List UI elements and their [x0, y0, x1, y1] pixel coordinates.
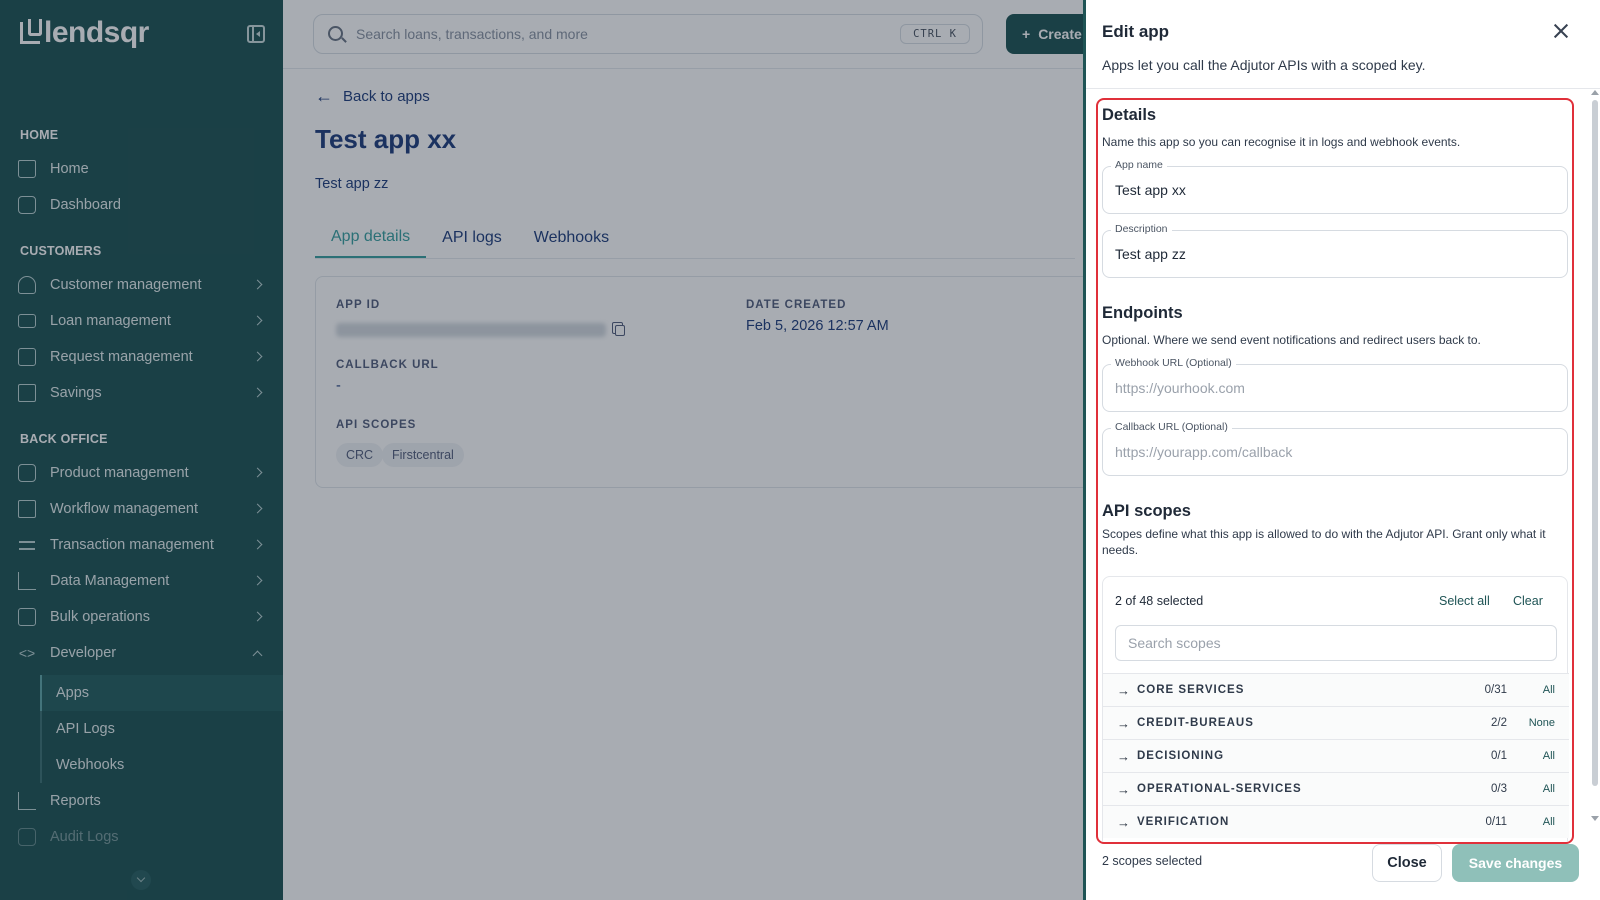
scope-group-toggle[interactable]: All: [1543, 783, 1555, 795]
scope-search-input[interactable]: Search scopes: [1115, 625, 1557, 661]
callback-url-field[interactable]: Callback URL (Optional) https://yourapp.…: [1102, 421, 1568, 476]
arrow-right-icon: →: [1117, 716, 1130, 731]
arrow-right-icon: →: [1117, 815, 1130, 830]
scope-group-count: 0/11: [1485, 816, 1507, 828]
api-scopes-section-description: Scopes define what this app is allowed t…: [1102, 527, 1546, 557]
scope-group-name: OPERATIONAL-SERVICES: [1137, 783, 1302, 795]
webhook-url-label: Webhook URL (Optional): [1111, 357, 1236, 369]
scope-group-name: DECISIONING: [1137, 750, 1225, 762]
drawer-subtitle: Apps let you call the Adjutor APIs with …: [1102, 57, 1426, 73]
details-section-title: Details: [1102, 106, 1157, 124]
scope-selected-count: 2 of 48 selected: [1115, 594, 1204, 608]
scope-group-count: 0/31: [1484, 684, 1507, 696]
webhook-url-field[interactable]: Webhook URL (Optional) https://yourhook.…: [1102, 357, 1568, 412]
endpoints-section-description: Optional. Where we send event notificati…: [1102, 333, 1481, 347]
scope-group-name: CREDIT-BUREAUS: [1137, 717, 1254, 729]
scope-group-name: CORE SERVICES: [1137, 684, 1245, 696]
scope-group-name: VERIFICATION: [1137, 816, 1230, 828]
app-name-label: App name: [1111, 159, 1167, 171]
clear-button[interactable]: Clear: [1513, 594, 1543, 608]
scope-group-row[interactable]: → DECISIONING 0/1 All: [1103, 739, 1569, 772]
scope-group-row[interactable]: → VERIFICATION 0/11 All: [1103, 805, 1569, 838]
webhook-url-placeholder: https://yourhook.com: [1115, 380, 1245, 396]
scope-group-count: 0/3: [1491, 783, 1507, 795]
arrow-right-icon: →: [1117, 749, 1130, 764]
details-section-description: Name this app so you can recognise it in…: [1102, 135, 1461, 149]
scope-group-toggle[interactable]: All: [1543, 750, 1555, 762]
select-all-button[interactable]: Select all: [1439, 594, 1490, 608]
save-changes-button[interactable]: Save changes: [1452, 844, 1579, 882]
arrow-right-icon: →: [1117, 683, 1130, 698]
callback-url-placeholder: https://yourapp.com/callback: [1115, 444, 1293, 460]
scope-group-count: 2/2: [1491, 717, 1507, 729]
scope-group-row[interactable]: → CORE SERVICES 0/31 All: [1103, 673, 1569, 706]
api-scopes-section-title: API scopes: [1102, 502, 1191, 520]
arrow-right-icon: →: [1117, 782, 1130, 797]
scope-group-row[interactable]: → OPERATIONAL-SERVICES 0/3 All: [1103, 772, 1569, 805]
scroll-down-arrow-icon[interactable]: [1591, 816, 1599, 821]
footer-selected-count: 2 scopes selected: [1102, 854, 1203, 868]
app-name-field[interactable]: App name Test app xx: [1102, 159, 1568, 214]
callback-url-field-label: Callback URL (Optional): [1111, 421, 1232, 433]
description-field[interactable]: Description Test app zz: [1102, 223, 1568, 278]
description-value: Test app zz: [1115, 246, 1186, 262]
scope-group-toggle[interactable]: All: [1543, 684, 1555, 696]
drawer-title: Edit app: [1102, 22, 1170, 41]
description-label: Description: [1111, 223, 1172, 235]
drawer-scrollbar[interactable]: [1592, 100, 1598, 786]
drawer-form: Details Name this app so you can recogni…: [1096, 98, 1574, 844]
close-icon[interactable]: [1552, 22, 1570, 40]
scope-group-toggle[interactable]: None: [1529, 717, 1555, 729]
scope-picker: 2 of 48 selected Select all Clear Search…: [1102, 576, 1569, 842]
scope-group-count: 0/1: [1491, 750, 1507, 762]
app-name-value: Test app xx: [1115, 182, 1186, 198]
endpoints-section-title: Endpoints: [1102, 304, 1183, 322]
edit-app-drawer: Edit app Apps let you call the Adjutor A…: [1086, 0, 1600, 900]
scroll-up-arrow-icon[interactable]: [1591, 90, 1599, 95]
scope-group-row[interactable]: → CREDIT-BUREAUS 2/2 None: [1103, 706, 1569, 739]
close-button[interactable]: Close: [1372, 844, 1442, 882]
drawer-divider: [1086, 88, 1600, 89]
modal-backdrop[interactable]: [0, 0, 1083, 900]
scope-group-toggle[interactable]: All: [1543, 816, 1555, 828]
